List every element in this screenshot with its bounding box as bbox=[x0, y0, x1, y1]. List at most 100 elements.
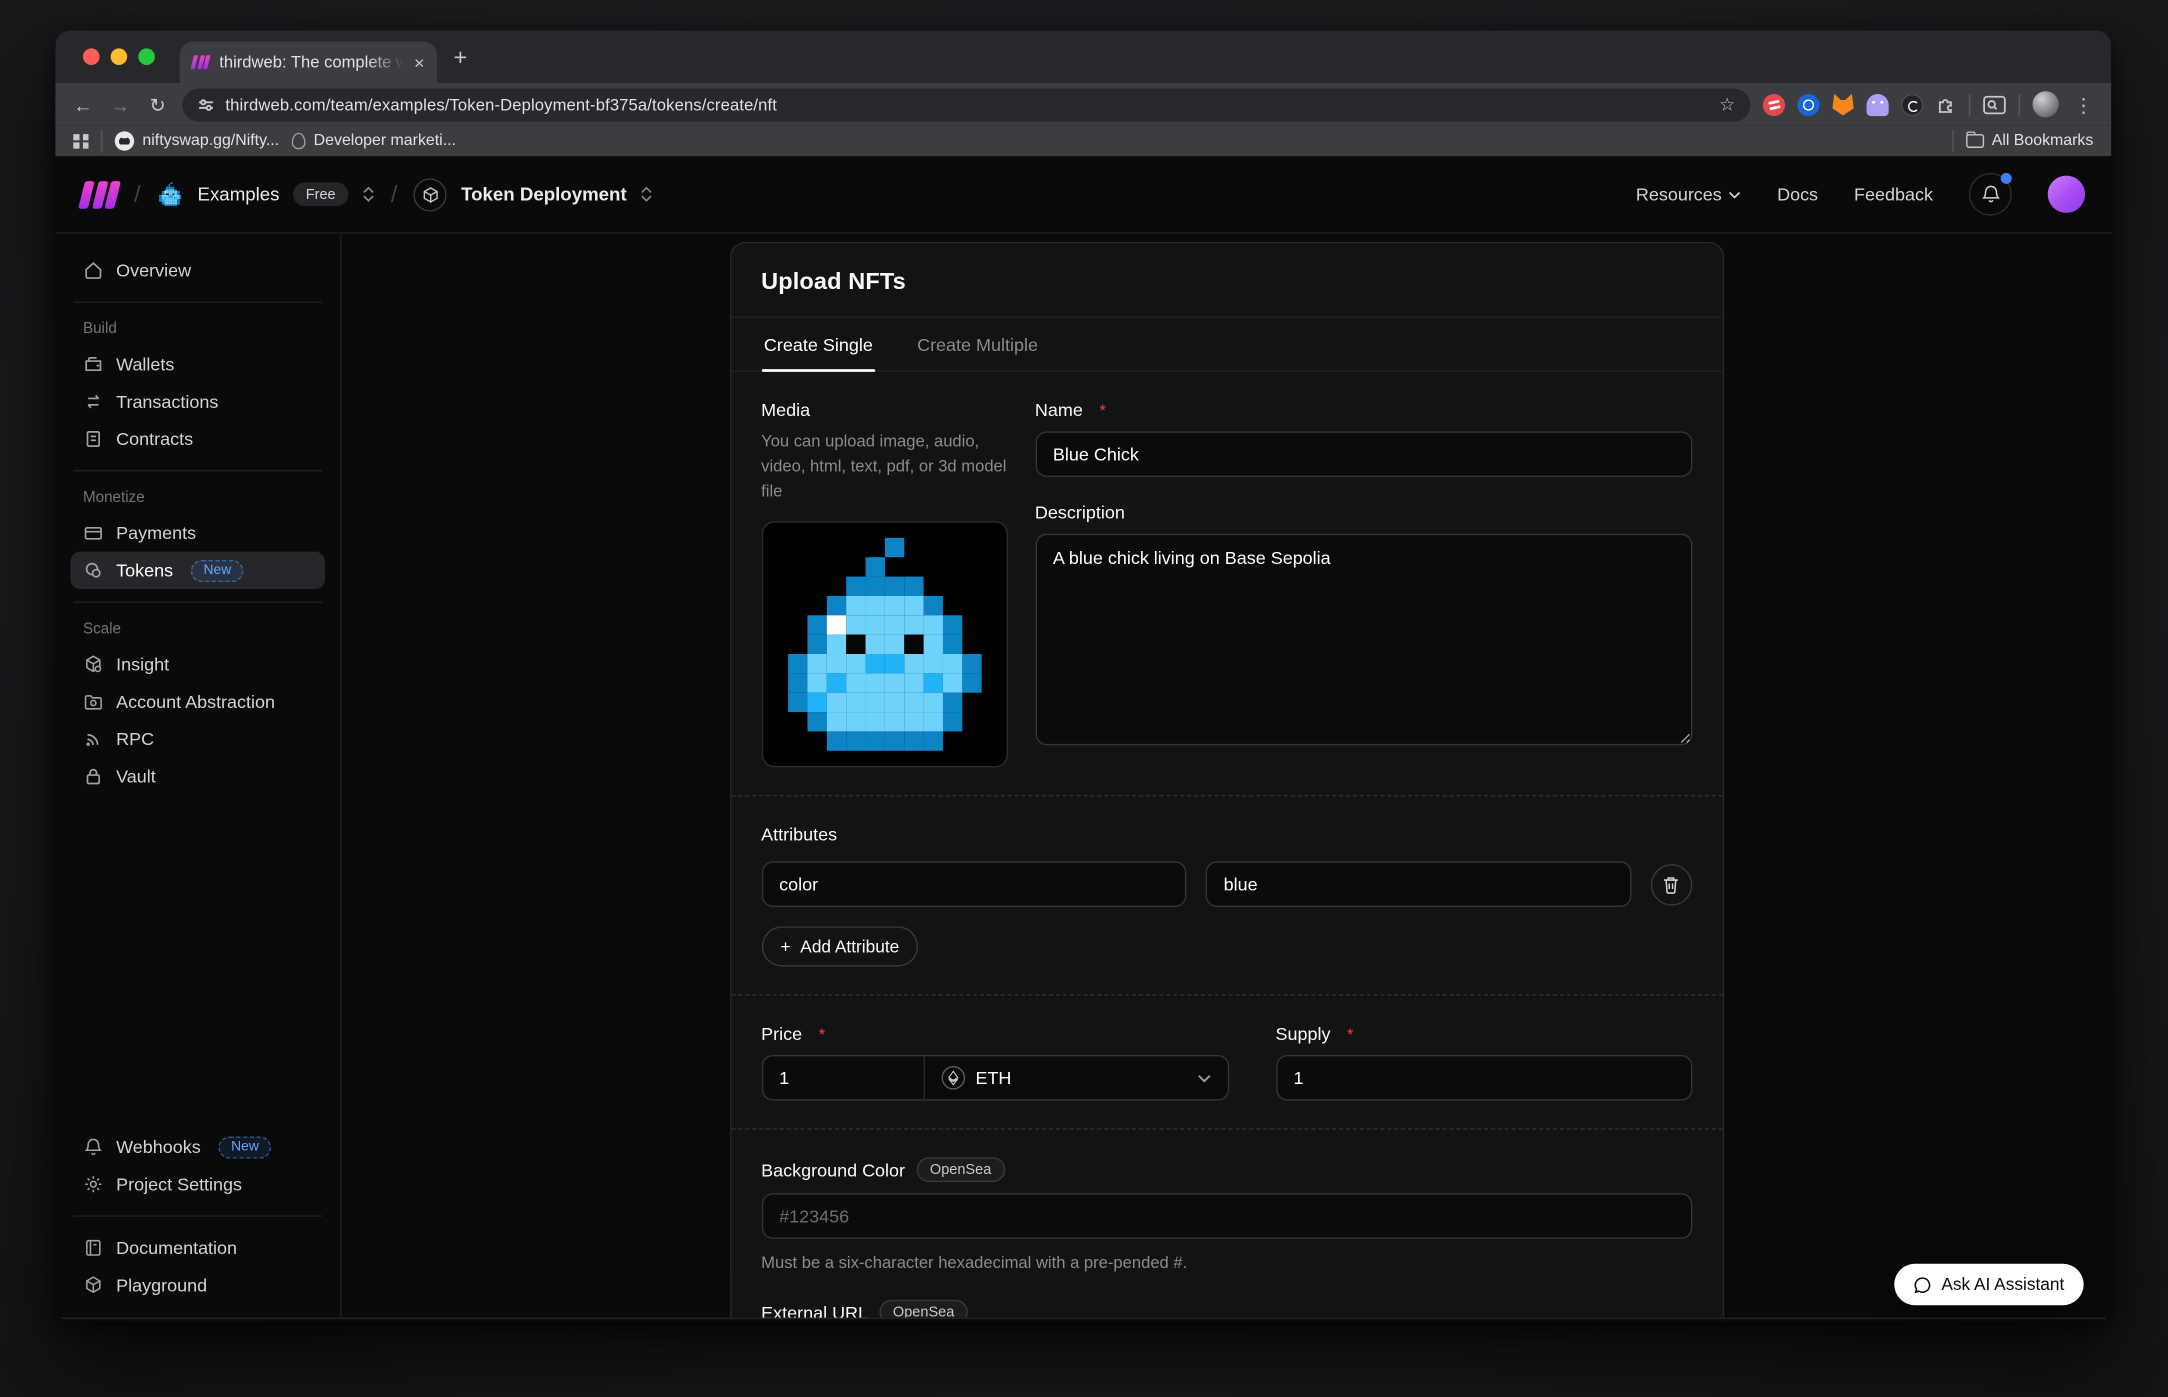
github-icon bbox=[115, 131, 134, 150]
sidebar-item-payments[interactable]: Payments bbox=[71, 514, 325, 551]
phantom-ghost-icon[interactable] bbox=[1867, 93, 1889, 115]
token-icon bbox=[83, 560, 104, 581]
bookmarks-bar: niftyswap.gg/Nifty... Developer marketi.… bbox=[55, 126, 2111, 156]
browser-menu-icon[interactable]: ⋮ bbox=[2071, 95, 2096, 114]
sidebar-item-account-abstraction[interactable]: Account Abstraction bbox=[71, 683, 325, 720]
site-settings-icon[interactable] bbox=[198, 96, 215, 113]
transactions-icon bbox=[83, 391, 104, 412]
attribute-name-input[interactable] bbox=[761, 861, 1186, 907]
breadcrumb-slash: / bbox=[391, 180, 398, 208]
attribute-value-input[interactable] bbox=[1206, 861, 1631, 907]
team-name[interactable]: Examples bbox=[198, 184, 280, 205]
project-name[interactable]: Token Deployment bbox=[461, 184, 627, 205]
wallet-icon bbox=[83, 354, 104, 375]
extension-icon-blue[interactable] bbox=[1797, 93, 1819, 115]
team-switcher-icon[interactable] bbox=[362, 187, 374, 202]
sidebar-item-transactions[interactable]: Transactions bbox=[71, 383, 325, 420]
sidebar-item-project-settings[interactable]: Project Settings bbox=[71, 1166, 325, 1203]
metamask-fox-icon[interactable] bbox=[1832, 93, 1854, 115]
minimize-window-button[interactable] bbox=[111, 48, 128, 65]
nav-docs[interactable]: Docs bbox=[1777, 184, 1818, 205]
attribute-row bbox=[761, 861, 1692, 907]
sidebar-item-documentation[interactable]: Documentation bbox=[71, 1229, 325, 1266]
media-section: Media You can upload image, audio, video… bbox=[731, 372, 1722, 796]
home-icon bbox=[83, 260, 104, 281]
chevron-down-icon bbox=[1729, 190, 1741, 198]
zoom-window-button[interactable] bbox=[138, 48, 155, 65]
bookmark-star-icon[interactable]: ☆ bbox=[1719, 93, 1735, 115]
required-asterisk: * bbox=[1099, 400, 1105, 419]
sidebar-item-insight[interactable]: Insight bbox=[71, 646, 325, 683]
project-cube-icon bbox=[414, 178, 447, 211]
name-label: Name bbox=[1035, 400, 1083, 421]
currency-select[interactable]: ETH bbox=[924, 1056, 1227, 1099]
browser-tab[interactable]: thirdweb: The complete web3 × bbox=[180, 41, 437, 82]
breadcrumb-slash: / bbox=[134, 180, 141, 208]
account-avatar[interactable] bbox=[2048, 176, 2085, 213]
new-badge: New bbox=[219, 1136, 272, 1158]
required-asterisk: * bbox=[819, 1024, 825, 1043]
browser-window: thirdweb: The complete web3 × + ← → ↻ th… bbox=[55, 30, 2111, 1321]
apps-grid-icon[interactable] bbox=[73, 133, 88, 148]
browser-toolbar: ← → ↻ thirdweb.com/team/examples/Token-D… bbox=[55, 83, 2111, 126]
insight-icon bbox=[83, 654, 104, 675]
opensea-section: Background Color OpenSea Must be a six-c… bbox=[731, 1130, 1722, 1318]
extension-icon-red[interactable] bbox=[1763, 93, 1785, 115]
all-bookmarks-button[interactable]: All Bookmarks bbox=[1965, 133, 2093, 150]
close-window-button[interactable] bbox=[83, 48, 100, 65]
sidebar-item-overview[interactable]: Overview bbox=[71, 252, 325, 289]
extensions-puzzle-icon[interactable] bbox=[1936, 94, 1957, 115]
sidebar-item-webhooks[interactable]: Webhooks New bbox=[71, 1128, 325, 1165]
price-supply-section: Price * ETH bbox=[731, 996, 1722, 1130]
window-controls bbox=[83, 48, 155, 65]
side-panel-icon[interactable] bbox=[1983, 95, 2007, 114]
sidebar-group-monetize: Monetize bbox=[83, 489, 325, 506]
back-icon[interactable]: ← bbox=[71, 95, 96, 114]
sidebar-item-contracts[interactable]: Contracts bbox=[71, 420, 325, 457]
address-bar[interactable]: thirdweb.com/team/examples/Token-Deploym… bbox=[183, 88, 1751, 121]
tab-create-multiple[interactable]: Create Multiple bbox=[914, 318, 1040, 371]
background-color-helper: Must be a six-character hexadecimal with… bbox=[761, 1250, 1692, 1275]
sidebar-item-rpc[interactable]: RPC bbox=[71, 720, 325, 757]
price-input[interactable] bbox=[763, 1056, 925, 1099]
add-attribute-button[interactable]: + Add Attribute bbox=[761, 926, 918, 966]
sidebar-item-playground[interactable]: Playground bbox=[71, 1267, 325, 1304]
delete-attribute-button[interactable] bbox=[1650, 863, 1691, 904]
sidebar-item-wallets[interactable]: Wallets bbox=[71, 346, 325, 383]
sidebar-item-tokens[interactable]: Tokens New bbox=[71, 552, 325, 589]
extension-icon-clock[interactable] bbox=[1901, 93, 1923, 115]
reload-icon[interactable]: ↻ bbox=[145, 95, 170, 114]
forward-icon[interactable]: → bbox=[108, 95, 133, 114]
thirdweb-logo-icon[interactable] bbox=[82, 180, 118, 208]
webhook-bell-icon bbox=[83, 1137, 104, 1158]
nft-media-preview[interactable] bbox=[761, 521, 1007, 767]
sidebar-item-vault[interactable]: Vault bbox=[71, 758, 325, 795]
opensea-badge: OpenSea bbox=[879, 1300, 968, 1318]
bookmark-niftyswap[interactable]: niftyswap.gg/Nifty... bbox=[115, 131, 279, 150]
attributes-label: Attributes bbox=[761, 824, 1692, 845]
ask-ai-assistant-button[interactable]: Ask AI Assistant bbox=[1894, 1264, 2083, 1305]
gear-icon bbox=[83, 1174, 104, 1195]
opensea-badge: OpenSea bbox=[916, 1157, 1005, 1182]
chat-bubble-icon bbox=[1914, 1275, 1932, 1293]
supply-input[interactable] bbox=[1275, 1055, 1691, 1101]
description-textarea[interactable]: A blue chick living on Base Sepolia bbox=[1035, 534, 1692, 746]
tab-create-single[interactable]: Create Single bbox=[761, 318, 875, 371]
bookmark-developer-marketing[interactable]: Developer marketi... bbox=[292, 133, 456, 150]
panel-title: Upload NFTs bbox=[761, 268, 1692, 296]
toolbar-divider bbox=[2019, 93, 2020, 115]
nav-resources[interactable]: Resources bbox=[1636, 184, 1741, 205]
cube-icon bbox=[83, 1275, 104, 1296]
project-switcher-icon[interactable] bbox=[641, 187, 653, 202]
tab-title: thirdweb: The complete web3 bbox=[219, 53, 404, 72]
url-text[interactable]: thirdweb.com/team/examples/Token-Deploym… bbox=[225, 95, 1708, 114]
name-input[interactable] bbox=[1035, 431, 1692, 477]
new-tab-button[interactable]: + bbox=[454, 45, 468, 69]
media-label: Media bbox=[761, 400, 1007, 421]
notifications-button[interactable] bbox=[1969, 173, 2012, 216]
tab-close-icon[interactable]: × bbox=[414, 53, 424, 71]
browser-profile-avatar[interactable] bbox=[2032, 91, 2058, 117]
nav-feedback[interactable]: Feedback bbox=[1854, 184, 1933, 205]
background-color-input[interactable] bbox=[761, 1193, 1692, 1239]
app-header: / Examples Free / Token Deployment Resou… bbox=[55, 156, 2111, 233]
